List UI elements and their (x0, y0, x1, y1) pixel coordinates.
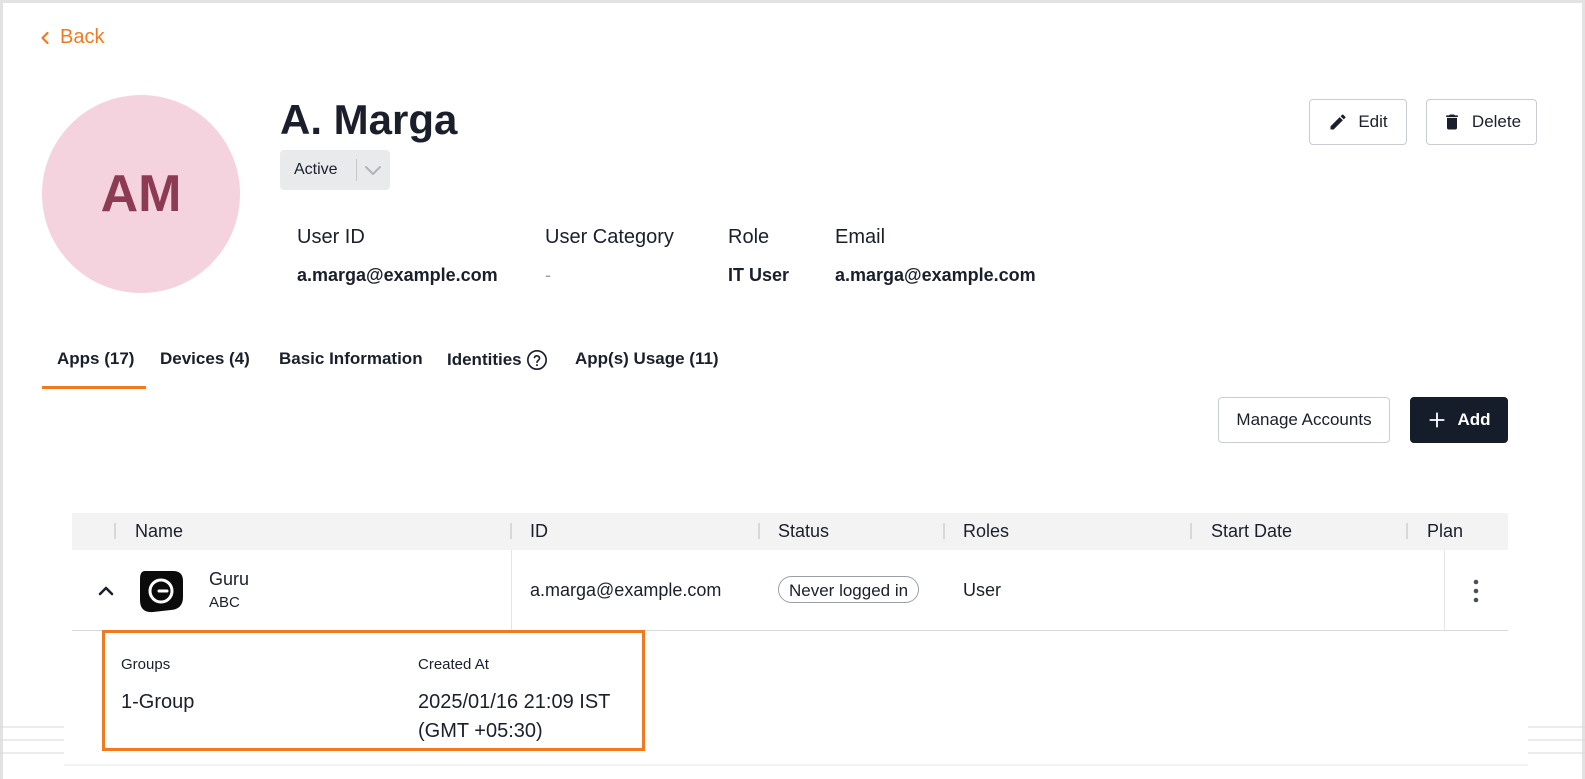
tab-app-usage[interactable]: App(s) Usage (11) (575, 349, 719, 369)
column-header-plan[interactable]: Plan (1427, 521, 1463, 542)
account-id: a.marga@example.com (530, 580, 722, 600)
help-circle-icon[interactable] (526, 349, 548, 371)
active-tab-indicator (42, 386, 146, 389)
tab-basic-information-label: Basic Information (279, 349, 423, 368)
role-value: IT User (728, 265, 790, 285)
column-header-name[interactable]: Name (135, 521, 183, 542)
tab-apps[interactable]: Apps (17) (57, 349, 134, 369)
role-label: Role (728, 226, 770, 248)
chevron-up-icon[interactable] (94, 579, 118, 601)
tab-devices-label: Devices (4) (160, 349, 250, 368)
column-resize-handle[interactable] (943, 523, 945, 539)
tab-identities-label: Identities (447, 350, 522, 369)
column-header-roles[interactable]: Roles (963, 521, 1009, 542)
column-header-start-date[interactable]: Start Date (1211, 521, 1292, 542)
plus-icon (1429, 412, 1446, 428)
column-resize-handle[interactable] (1406, 523, 1408, 539)
tab-app-usage-label: App(s) Usage (11) (575, 349, 719, 368)
back-label: Back (60, 26, 105, 48)
delete-button[interactable]: Delete (1426, 99, 1537, 145)
background-lines (0, 726, 1585, 766)
column-resize-handle[interactable] (1190, 523, 1192, 539)
groups-label: Groups (121, 656, 171, 673)
column-header-id[interactable]: ID (530, 521, 548, 542)
tab-basic-information[interactable]: Basic Information (279, 349, 423, 369)
add-label: Add (1457, 410, 1491, 429)
column-resize-handle[interactable] (758, 523, 760, 539)
edit-button[interactable]: Edit (1309, 99, 1407, 145)
status-badge: Never logged in (778, 576, 920, 603)
row-divider (511, 550, 512, 630)
more-vertical-icon[interactable] (1466, 578, 1486, 604)
email-value: a.marga@example.com (835, 265, 1036, 285)
manage-accounts-button[interactable]: Manage Accounts (1218, 397, 1390, 443)
app-name[interactable]: Guru (209, 569, 249, 590)
column-resize-handle[interactable] (510, 523, 512, 539)
user-category-label: User Category (545, 226, 674, 248)
user-id-label: User ID (297, 226, 365, 248)
manage-accounts-label: Manage Accounts (1236, 410, 1372, 429)
created-at-label: Created At (418, 656, 489, 673)
user-category-value: - (545, 265, 551, 285)
tab-devices[interactable]: Devices (4) (160, 349, 250, 369)
chevron-down-icon[interactable] (357, 164, 390, 176)
page-title: A. Marga (280, 96, 458, 143)
user-id-value: a.marga@example.com (297, 265, 498, 285)
roles-value: User (963, 580, 1002, 600)
column-header-status[interactable]: Status (778, 521, 829, 542)
column-separator (114, 523, 116, 539)
tab-apps-label: Apps (17) (57, 349, 135, 368)
status-dropdown-value: Active (294, 161, 338, 178)
avatar: AM (42, 95, 240, 293)
app-subtitle: ABC (209, 594, 240, 611)
row-divider (1444, 550, 1445, 630)
status-dropdown[interactable]: Active (280, 150, 390, 190)
delete-label: Delete (1471, 112, 1522, 131)
trash-icon (1446, 114, 1458, 130)
email-label: Email (835, 226, 886, 248)
edit-label: Edit (1358, 112, 1388, 131)
tab-identities[interactable]: Identities (447, 349, 548, 371)
guru-app-logo-icon (140, 571, 183, 613)
chevron-left-icon (41, 31, 49, 44)
back-link[interactable]: Back (38, 26, 104, 49)
pencil-icon (1330, 114, 1346, 130)
avatar-initials: AM (100, 165, 182, 223)
add-button[interactable]: Add (1410, 397, 1508, 443)
